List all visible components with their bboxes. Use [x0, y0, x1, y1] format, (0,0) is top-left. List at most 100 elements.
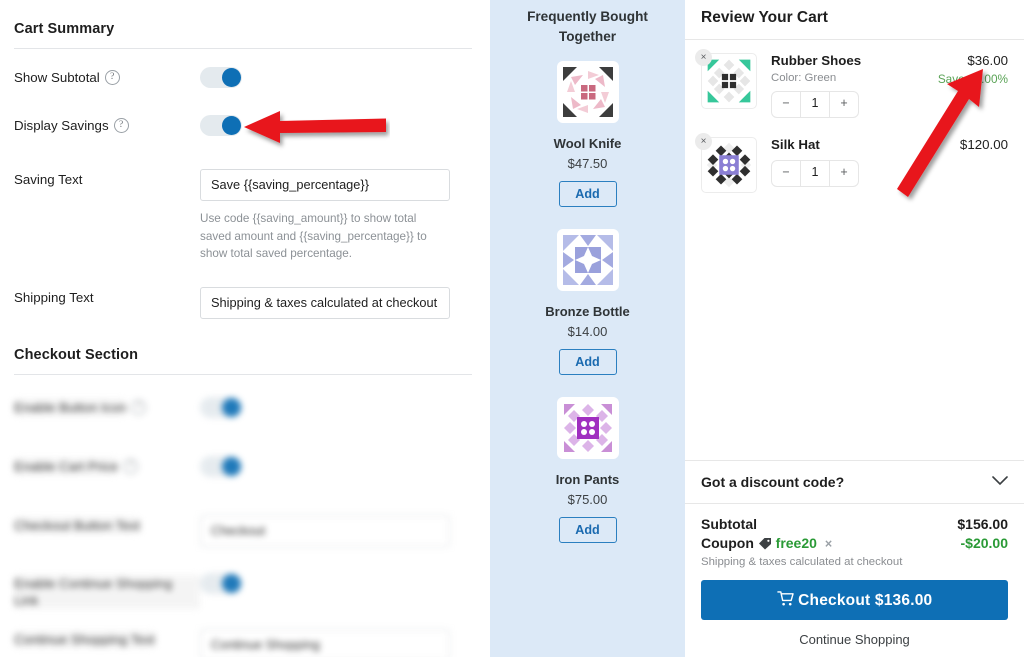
field-control: [200, 572, 472, 599]
fbt-item-price: $14.00: [567, 324, 608, 339]
quantity-value[interactable]: 1: [800, 161, 830, 186]
product-image-bronze-bottle[interactable]: [556, 229, 619, 291]
chevron-down-icon: [992, 473, 1008, 491]
quantity-decrement-button[interactable]: −: [772, 161, 800, 186]
cart-item-row: × Silk Hat − 1 + $120.00: [685, 125, 1024, 200]
discount-code-accordion[interactable]: Got a discount code?: [685, 460, 1024, 504]
field-control: [200, 455, 472, 482]
cart-item-variant: Color: Green: [771, 72, 837, 84]
placeholder-pattern-icon: [705, 57, 753, 105]
field-continue-shopping-text: Continue Shopping Text Continue Shopping: [14, 609, 472, 657]
field-label: Enable Button Icon ?: [14, 397, 200, 416]
remove-item-button[interactable]: ×: [695, 133, 712, 150]
cart-item-price: $36.00: [967, 53, 1008, 68]
fbt-item: Bronze Bottle $14.00 Add: [490, 229, 685, 375]
placeholder-pattern-icon: [560, 401, 615, 455]
help-icon[interactable]: ?: [131, 399, 147, 415]
continue-shopping-link[interactable]: Continue Shopping: [701, 632, 1008, 647]
field-label-text: Checkout Button Text: [14, 516, 141, 534]
remove-item-button[interactable]: ×: [695, 49, 712, 66]
field-label: Saving Text: [14, 169, 200, 188]
placeholder-pattern-icon: [705, 141, 753, 189]
cart-item-thumb-wrap: ×: [695, 49, 757, 109]
coupon-code: free20: [775, 535, 817, 551]
toggle-show-subtotal[interactable]: [200, 67, 242, 88]
coupon-row: Coupon free20 × -$20.00: [701, 535, 1008, 551]
field-label-text: Enable Cart Price: [14, 457, 119, 475]
placeholder-pattern-icon: [560, 65, 615, 119]
section-cart-summary: Cart Summary Show Subtotal ? Display Sav…: [14, 0, 472, 321]
cart-item-info: Silk Hat − 1 +: [757, 137, 954, 187]
subtotal-label: Subtotal: [701, 516, 757, 532]
field-label-text: Shipping Text: [14, 289, 94, 305]
cart-item-price: $120.00: [959, 137, 1008, 152]
cart-item-info: Rubber Shoes Color: Green − 1 +: [757, 53, 932, 118]
quantity-increment-button[interactable]: +: [830, 161, 858, 186]
quantity-stepper: − 1 +: [771, 91, 859, 118]
section-title-checkout: Checkout Section: [14, 346, 139, 363]
help-icon[interactable]: ?: [123, 458, 139, 474]
checkout-button-total: $136.00: [874, 591, 933, 609]
shipping-note: Shipping & taxes calculated at checkout: [701, 556, 903, 568]
review-cart-panel: Review Your Cart × Rubber Shoes Color: G…: [685, 0, 1024, 657]
quantity-value[interactable]: 1: [800, 92, 830, 117]
section-divider: [14, 373, 472, 375]
settings-panel: Cart Summary Show Subtotal ? Display Sav…: [0, 0, 490, 657]
field-label-text: Show Subtotal: [14, 70, 100, 85]
field-enable-cart-price: Enable Cart Price ?: [14, 431, 472, 490]
quantity-decrement-button[interactable]: −: [772, 92, 800, 117]
help-icon[interactable]: ?: [113, 118, 129, 133]
field-label: Checkout Button Text: [14, 515, 200, 534]
field-label-text: Enable Button Icon: [14, 398, 127, 416]
product-image-wool-knife[interactable]: [556, 61, 619, 123]
tag-icon: [758, 535, 776, 551]
cart-item-thumb-wrap: ×: [695, 133, 757, 193]
cart-item-row: × Rubber Shoes Color: Green − 1 + $36.00…: [685, 46, 1024, 125]
section-divider: [14, 48, 472, 49]
toggle-enable-button-icon[interactable]: [200, 396, 242, 418]
cart-icon: [776, 590, 799, 609]
fbt-add-button[interactable]: Add: [558, 349, 617, 375]
section-title-cart-summary: Cart Summary: [14, 21, 115, 37]
fbt-item: Iron Pants $75.00 Add: [490, 397, 685, 543]
checkout-button[interactable]: Checkout $136.00: [701, 580, 1008, 620]
remove-coupon-button[interactable]: ×: [825, 537, 832, 551]
toggle-knob: [222, 573, 241, 593]
field-show-subtotal: Show Subtotal ?: [14, 53, 472, 101]
field-control: Continue Shopping: [200, 628, 472, 657]
toggle-enable-continue-shopping[interactable]: [200, 572, 242, 594]
saving-text-input[interactable]: Save {{saving_percentage}}: [200, 169, 450, 201]
fbt-add-button[interactable]: Add: [558, 517, 617, 543]
checkout-button-text-input[interactable]: Checkout: [200, 514, 450, 547]
fbt-item-price: $75.00: [567, 492, 608, 507]
field-label-text: Continue Shopping Text: [14, 630, 155, 648]
fbt-item: Wool Knife $47.50 Add: [490, 61, 685, 207]
coupon-value: -$20.00: [960, 535, 1008, 551]
field-control: Checkout: [200, 514, 472, 547]
toggle-knob: [222, 116, 241, 135]
fbt-add-button[interactable]: Add: [558, 181, 617, 207]
continue-shopping-text-input[interactable]: Continue Shopping: [200, 628, 450, 657]
product-image-iron-pants[interactable]: [556, 397, 619, 459]
toggle-knob: [222, 68, 241, 87]
quantity-increment-button[interactable]: +: [830, 92, 858, 117]
field-control: [200, 67, 472, 93]
fbt-title: Frequently Bought Together: [527, 9, 648, 44]
toggle-display-savings[interactable]: [200, 115, 242, 136]
toggle-knob: [222, 456, 241, 476]
cart-title: Review Your Cart: [685, 0, 1024, 40]
field-saving-text: Saving Text Save {{saving_percentage}} U…: [14, 149, 472, 263]
field-shipping-text: Shipping Text Shipping & taxes calculate…: [14, 263, 472, 321]
cart-item-savings: Save 10.00%: [937, 72, 1008, 86]
subtotal-row: Subtotal $156.00: [701, 516, 1008, 532]
field-label: Continue Shopping Text: [14, 629, 200, 648]
field-enable-continue-shopping-link: Enable Continue Shopping Link: [14, 549, 472, 609]
subtotal-value: $156.00: [957, 516, 1008, 532]
fbt-item-name: Wool Knife: [553, 136, 622, 151]
help-icon[interactable]: ?: [104, 70, 120, 85]
coupon-info: Coupon free20 ×: [701, 535, 832, 551]
cart-settings-preview-screen: Cart Summary Show Subtotal ? Display Sav…: [0, 0, 1024, 657]
field-enable-button-icon: Enable Button Icon ?: [14, 379, 472, 431]
toggle-enable-cart-price[interactable]: [200, 455, 242, 477]
shipping-text-input[interactable]: Shipping & taxes calculated at checkout: [200, 286, 450, 319]
